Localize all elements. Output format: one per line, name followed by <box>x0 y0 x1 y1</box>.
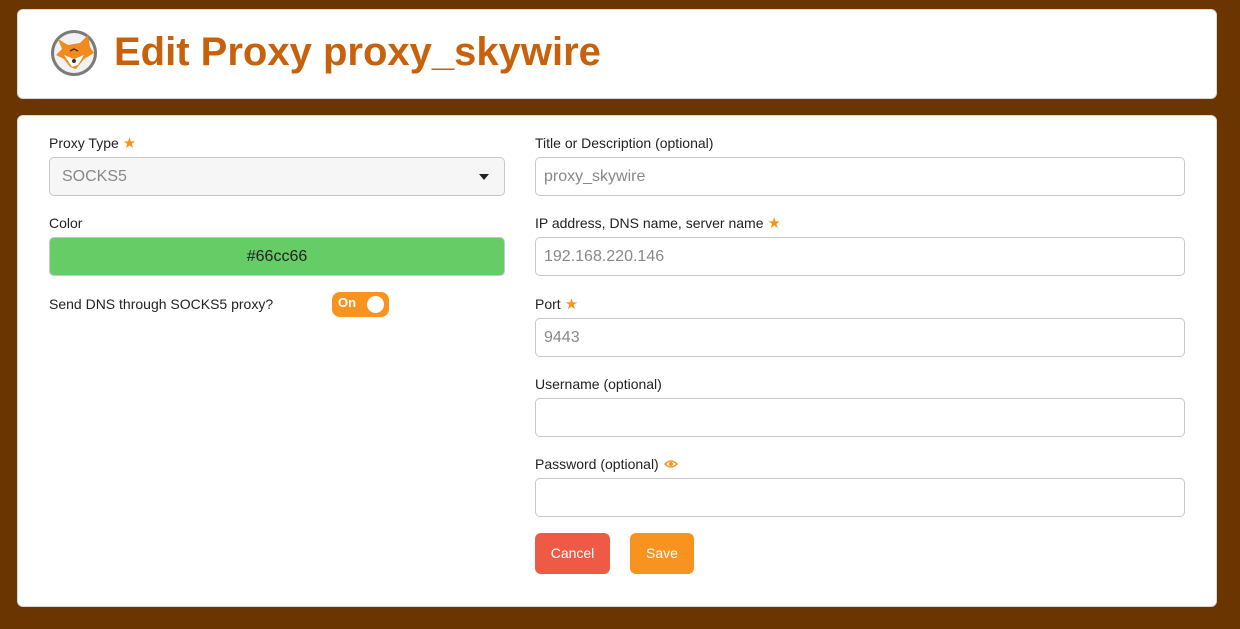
proxy-type-select[interactable]: SOCKS5 <box>49 157 505 196</box>
color-label: Color <box>49 215 83 231</box>
password-label: Password (optional) <box>535 455 678 473</box>
address-label: IP address, DNS name, server name ★ <box>535 214 781 232</box>
required-star-icon: ★ <box>767 214 781 232</box>
username-label: Username (optional) <box>535 376 662 392</box>
required-star-icon: ★ <box>122 134 137 152</box>
fox-logo-icon <box>51 30 97 76</box>
toggle-state-text: On <box>338 295 357 310</box>
address-label-text: IP address, DNS name, server name <box>535 215 764 231</box>
proxy-type-value: SOCKS5 <box>62 168 127 185</box>
port-input[interactable] <box>535 318 1185 357</box>
title-label: Title or Description (optional) <box>535 135 714 151</box>
main-panel: Proxy Type ★ SOCKS5 Color #66cc66 Send D… <box>17 115 1217 607</box>
proxy-type-label-text: Proxy Type <box>49 135 119 151</box>
password-label-text: Password (optional) <box>535 456 659 472</box>
save-button[interactable]: Save <box>630 533 694 574</box>
toggle-knob <box>367 296 384 313</box>
title-input[interactable] <box>535 157 1185 196</box>
eye-icon[interactable] <box>663 459 678 469</box>
page-title: Edit Proxy proxy_skywire <box>114 30 601 74</box>
password-input[interactable] <box>535 478 1185 517</box>
port-label: Port ★ <box>535 295 578 313</box>
header-panel: Edit Proxy proxy_skywire <box>17 9 1217 99</box>
port-label-text: Port <box>535 296 561 312</box>
dns-toggle-label: Send DNS through SOCKS5 proxy? <box>49 296 274 312</box>
dns-toggle-switch[interactable]: On <box>332 292 389 317</box>
address-input[interactable] <box>535 237 1185 276</box>
username-input[interactable] <box>535 398 1185 437</box>
proxy-type-label: Proxy Type ★ <box>49 134 136 152</box>
color-value: #66cc66 <box>246 248 308 265</box>
color-picker-field[interactable]: #66cc66 <box>49 237 505 276</box>
required-star-icon: ★ <box>564 295 579 313</box>
cancel-button[interactable]: Cancel <box>535 533 610 574</box>
dropdown-arrow-icon <box>479 174 489 180</box>
